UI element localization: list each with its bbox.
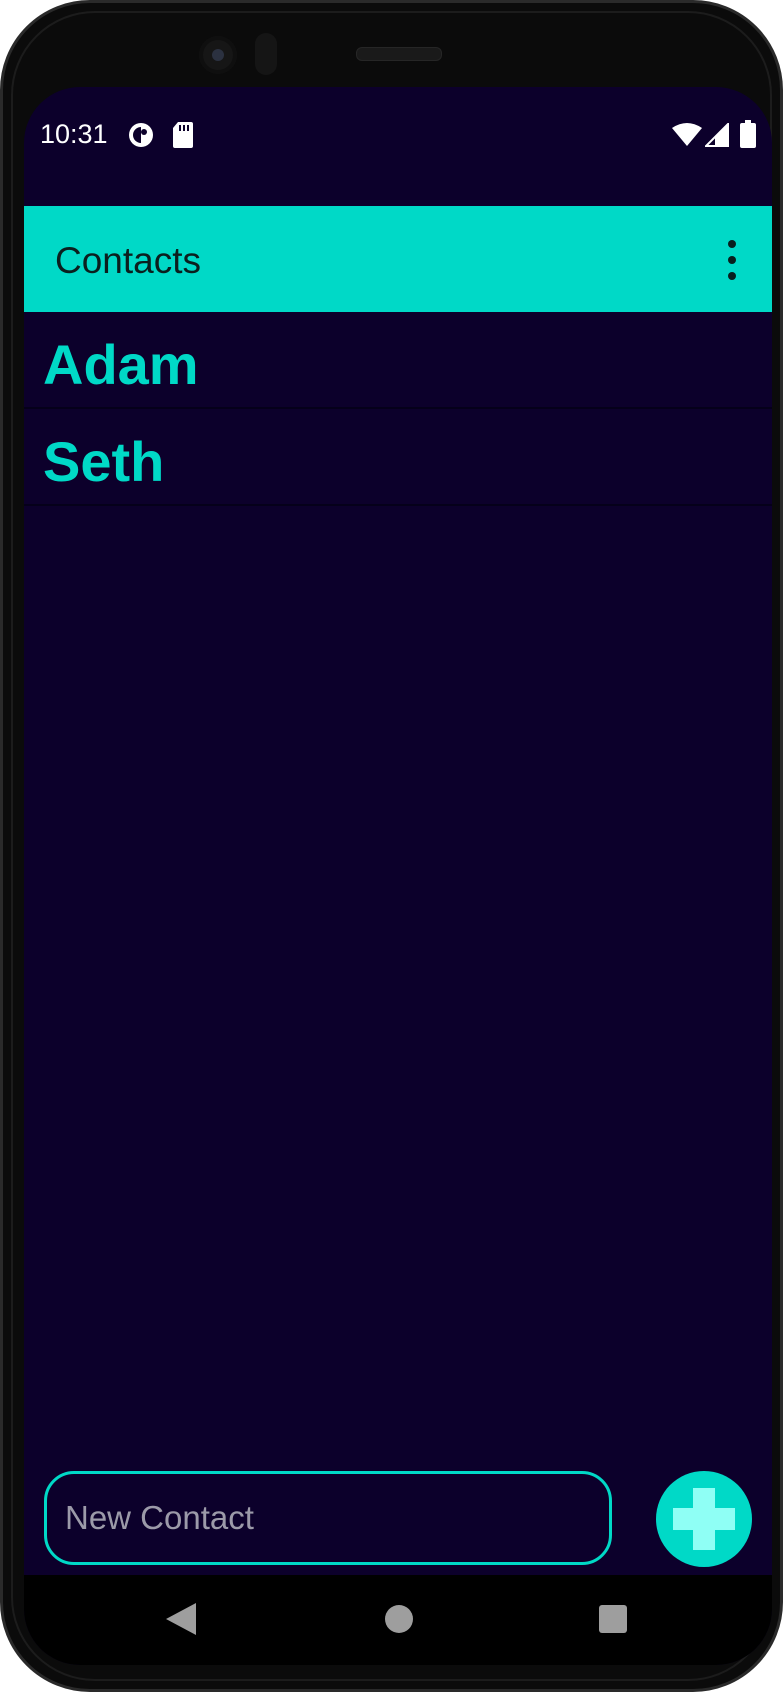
- proximity-sensor: [255, 33, 277, 75]
- cell-signal-icon: [703, 121, 729, 152]
- menu-dot: [728, 240, 736, 248]
- menu-dot: [728, 256, 736, 264]
- contact-name: Adam: [43, 333, 199, 396]
- contact-list: Adam Seth: [24, 312, 772, 506]
- contact-name: Seth: [43, 430, 165, 493]
- plus-icon: [673, 1488, 735, 1550]
- menu-dot: [728, 272, 736, 280]
- data-saver-icon: [127, 121, 155, 154]
- battery-icon: [740, 120, 756, 153]
- wifi-icon: [672, 123, 702, 152]
- front-camera: [199, 36, 237, 74]
- back-icon[interactable]: [164, 1601, 198, 1642]
- page-title: Contacts: [55, 240, 202, 281]
- phone-frame: 10:31 Contacts Adam Seth New Contact: [0, 0, 783, 1692]
- list-item[interactable]: Seth: [24, 409, 772, 506]
- status-time: 10:31: [40, 119, 108, 149]
- navigation-bar: [24, 1575, 772, 1665]
- app-bar: Contacts: [24, 206, 772, 312]
- home-icon[interactable]: [384, 1604, 414, 1639]
- more-vert-icon[interactable]: [720, 238, 744, 282]
- add-contact-button[interactable]: [656, 1471, 752, 1567]
- recents-icon[interactable]: [598, 1604, 628, 1639]
- screen: 10:31 Contacts Adam Seth New Contact: [24, 87, 772, 1665]
- earpiece-speaker: [356, 47, 442, 61]
- new-contact-input[interactable]: [44, 1471, 612, 1565]
- sd-card-icon: [172, 121, 194, 154]
- status-bar: 10:31: [24, 87, 772, 187]
- list-item[interactable]: Adam: [24, 312, 772, 409]
